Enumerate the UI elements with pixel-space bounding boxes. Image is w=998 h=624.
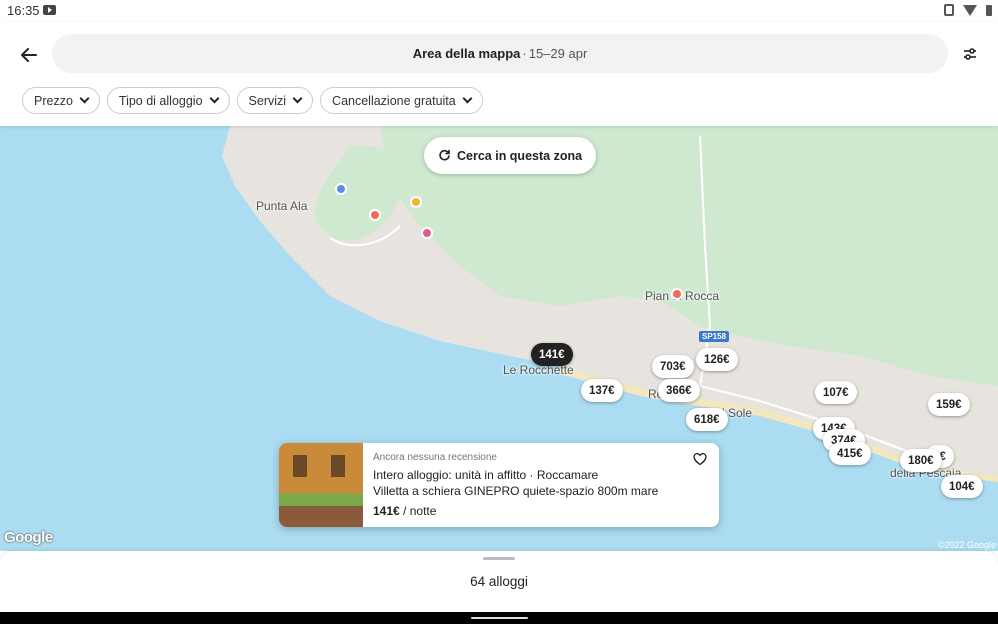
price-pin[interactable]: 366€ [658, 379, 700, 402]
price-pin[interactable]: 104€ [941, 475, 983, 498]
price-pin[interactable]: 159€ [928, 393, 970, 416]
filter-chip-label: Tipo di alloggio [118, 93, 203, 108]
search-location: Area della mappa [412, 46, 521, 61]
listing-reviews: Ancora nessuna recensione [373, 452, 497, 463]
listing-card[interactable]: Ancora nessuna recensione Intero alloggi… [279, 443, 719, 527]
price-pin[interactable]: 703€ [652, 355, 694, 378]
filter-chip-label: Prezzo [34, 93, 73, 108]
place-label: Punta Ala [256, 199, 308, 213]
back-button[interactable] [14, 40, 44, 70]
listing-price: 141€ [373, 504, 400, 518]
results-count: 64 alloggi [470, 574, 528, 589]
chevron-down-icon [209, 93, 219, 104]
chevron-down-icon [292, 93, 303, 104]
listing-photo [279, 443, 363, 527]
attraction-icon[interactable] [421, 227, 433, 239]
price-pin[interactable]: 126€ [696, 348, 738, 371]
battery-icon [986, 4, 992, 16]
filter-chip-label: Servizi [248, 93, 287, 108]
sliders-icon [964, 48, 976, 60]
filter-settings-button[interactable] [956, 40, 984, 68]
heart-icon[interactable] [693, 452, 707, 466]
filter-chip-property-type[interactable]: Tipo di alloggio [106, 87, 230, 114]
status-bar: 16:35 [0, 0, 998, 22]
search-header: Area della mappa · 15–29 apr Prezzo Tipo… [0, 22, 998, 126]
shopping-icon[interactable] [410, 196, 422, 208]
vibrate-icon [944, 4, 954, 16]
arrow-left-icon [21, 48, 37, 62]
search-separator: · [522, 46, 527, 61]
filter-chip-free-cancellation[interactable]: Cancellazione gratuita [320, 87, 483, 114]
photo-detail [293, 455, 307, 477]
search-this-area-button[interactable]: Cerca in questa zona [424, 137, 597, 174]
listing-title: Villetta a schiera GINEPRO quiete-spazio… [373, 484, 659, 498]
map-copyright: ©2022 Google [937, 540, 996, 550]
price-pin[interactable]: 141€ [531, 343, 573, 366]
results-bottom-sheet[interactable]: 64 alloggi [0, 551, 998, 612]
refresh-icon [439, 149, 450, 161]
price-pin[interactable]: 618€ [686, 408, 728, 431]
search-summary-pill[interactable]: Area della mappa · 15–29 apr [52, 34, 948, 73]
status-time: 16:35 [7, 3, 40, 18]
chevron-down-icon [79, 93, 90, 104]
restaurant-icon[interactable] [369, 209, 381, 221]
listing-price-suffix: / notte [403, 504, 437, 518]
price-pin[interactable]: 415€ [829, 442, 871, 465]
price-pin[interactable]: 107€ [815, 381, 857, 404]
listing-price-line: 141€ / notte [373, 504, 709, 518]
listing-type: Intero alloggio: unità in affitto · Rocc… [373, 468, 599, 482]
filter-chip-price[interactable]: Prezzo [22, 87, 100, 114]
price-pin[interactable]: 137€ [581, 379, 623, 402]
listing-details: Ancora nessuna recensione Intero alloggi… [373, 452, 709, 518]
youtube-notification-icon [43, 5, 56, 15]
restaurant-icon[interactable] [671, 288, 683, 300]
price-pin[interactable]: 180€ [900, 449, 942, 472]
road-shield: SP158 [699, 331, 730, 342]
search-dates: 15–29 apr [528, 46, 588, 61]
system-nav-bar [0, 612, 998, 624]
poi-marker-icon[interactable] [335, 183, 347, 195]
google-logo: Google [4, 529, 53, 546]
wifi-icon [963, 4, 977, 16]
search-this-area-label: Cerca in questa zona [457, 148, 583, 163]
home-gesture-handle[interactable] [471, 617, 528, 619]
status-icons [944, 4, 992, 16]
filter-chip-label: Cancellazione gratuita [332, 93, 456, 108]
map-view[interactable]: Punta Ala Pian di Rocca Le Rocchette Ro … [0, 126, 998, 551]
photo-detail [331, 455, 345, 477]
filter-chips: Prezzo Tipo di alloggio Servizi Cancella… [22, 87, 483, 114]
chevron-down-icon [462, 93, 473, 104]
drag-handle[interactable] [483, 557, 515, 560]
filter-chip-amenities[interactable]: Servizi [236, 87, 314, 114]
